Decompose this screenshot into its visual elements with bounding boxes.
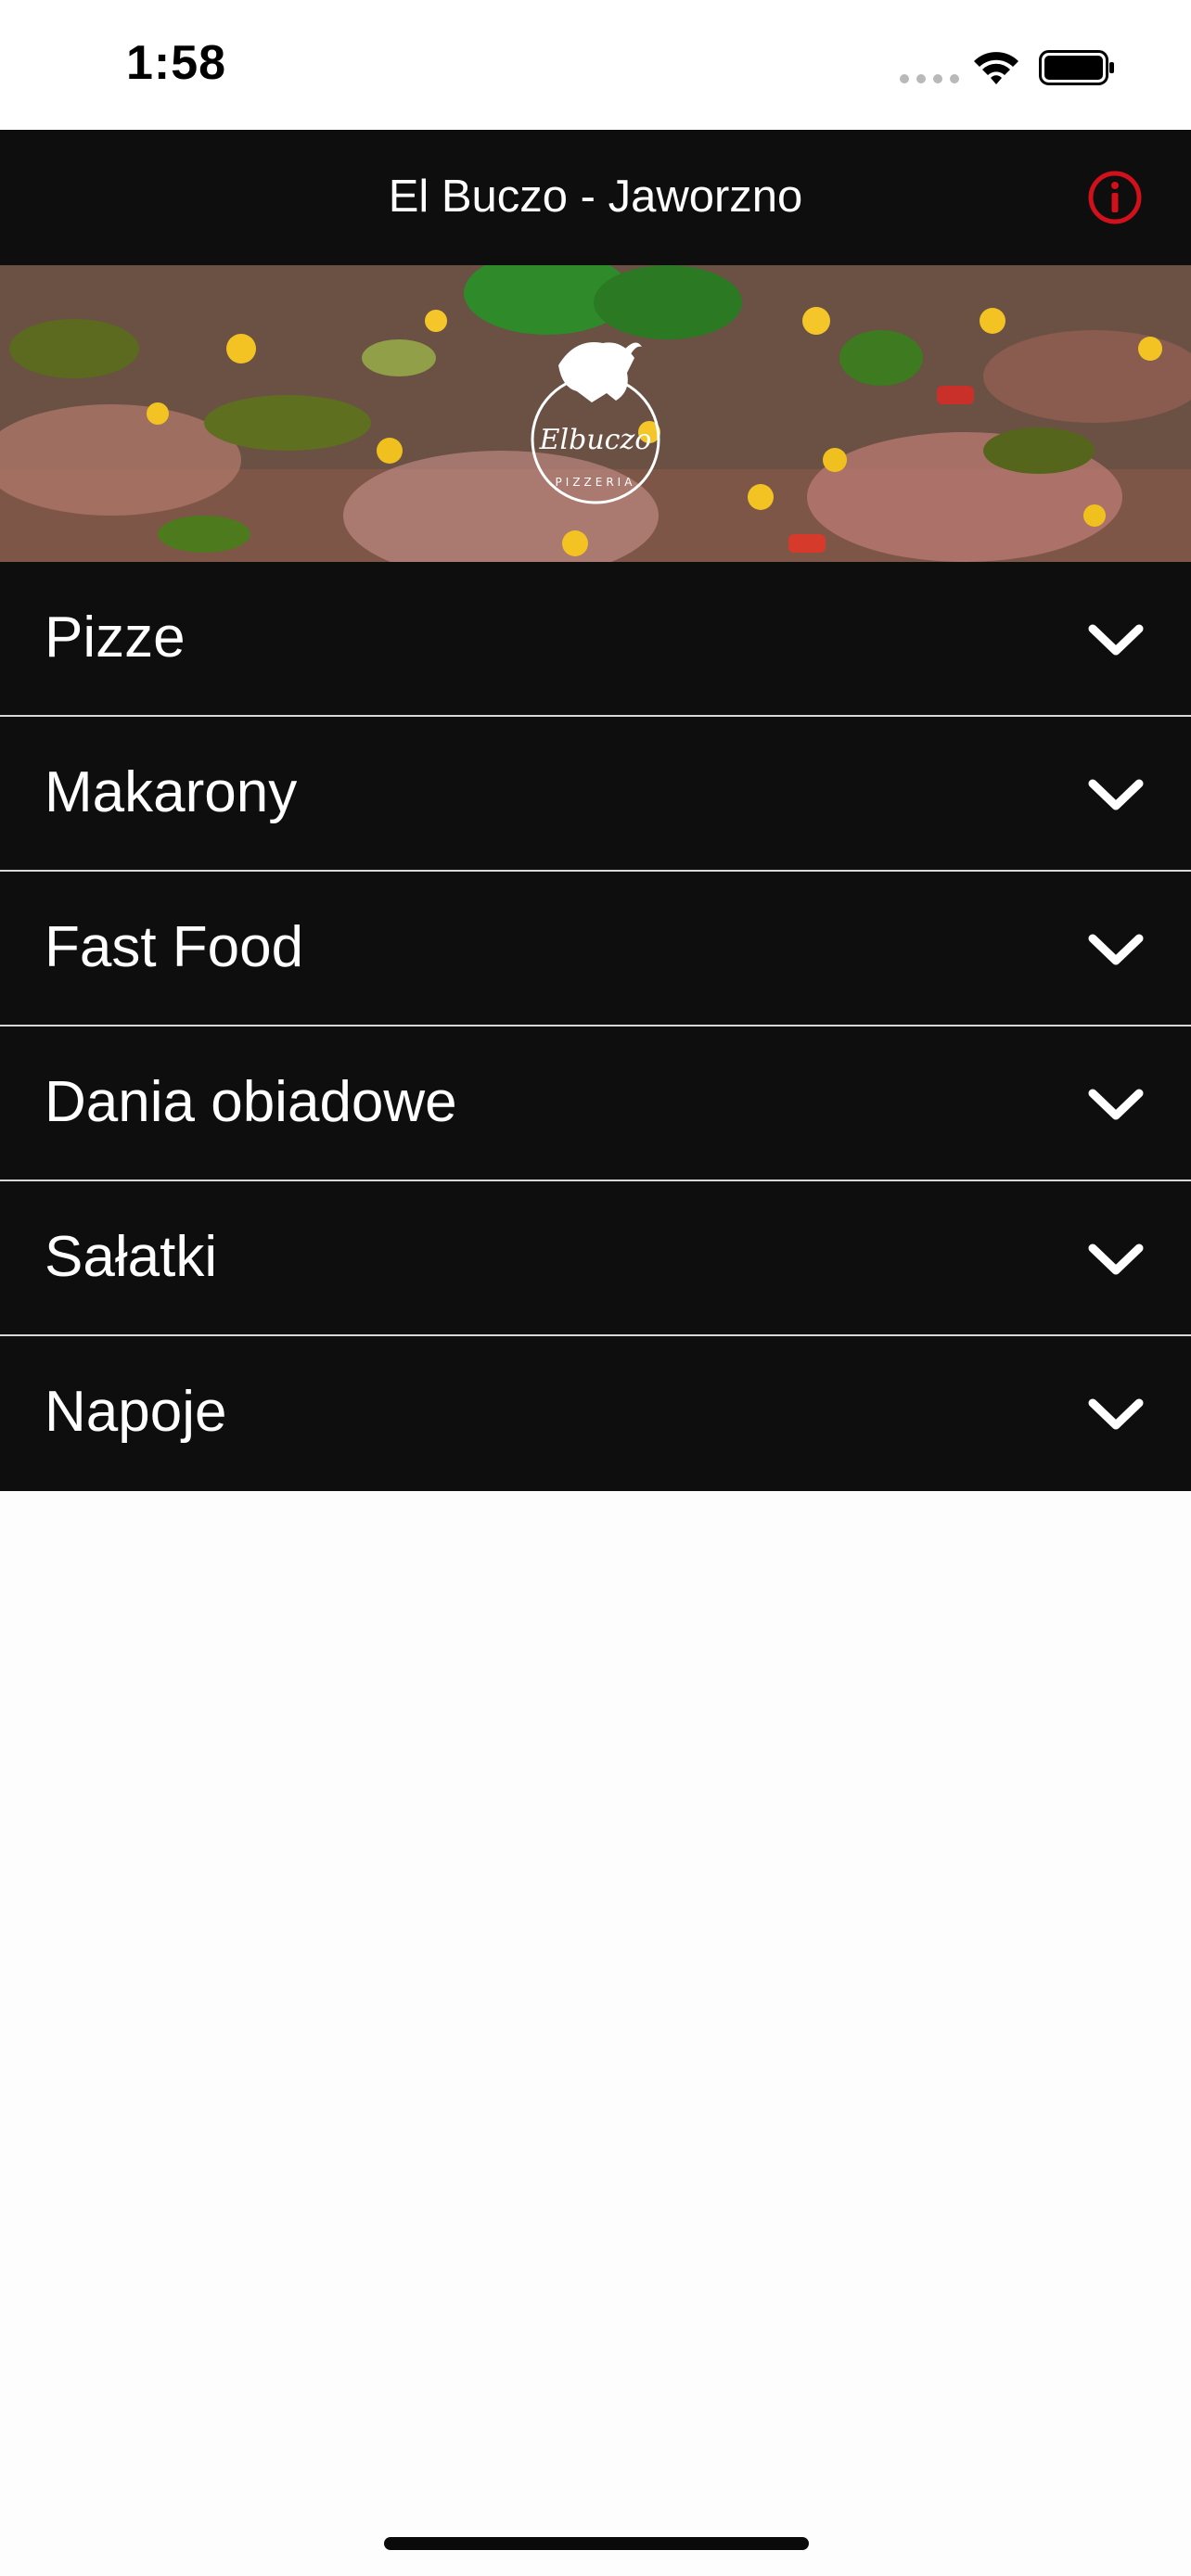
chevron-down-icon[interactable] [1087,776,1145,813]
menu-category-label: Pizze [45,606,186,670]
info-icon[interactable] [1087,170,1143,225]
home-indicator[interactable] [384,2537,809,2550]
elbuczo-logo: Elbuczo PIZZERIA [531,342,660,504]
menu-category-dania-obiadowe[interactable]: Dania obiadowe [0,1027,1191,1181]
status-bar: 1:58 [0,0,1191,130]
menu-category-fast-food[interactable]: Fast Food [0,872,1191,1027]
menu-category-label: Fast Food [45,915,304,979]
chevron-down-icon[interactable] [1087,931,1145,968]
menu-category-salatki[interactable]: Sałatki [0,1181,1191,1336]
menu-category-label: Dania obiadowe [45,1070,457,1134]
svg-text:PIZZERIA: PIZZERIA [556,476,636,489]
menu-categories: Pizze Makarony Fast Food Dania obiadowe … [0,562,1191,1491]
chevron-down-icon[interactable] [1087,1241,1145,1278]
chevron-down-icon[interactable] [1087,621,1145,658]
cellular-signal-icon [900,74,959,83]
chevron-down-icon[interactable] [1087,1396,1145,1433]
menu-category-napoje[interactable]: Napoje [0,1336,1191,1491]
menu-category-makarony[interactable]: Makarony [0,717,1191,872]
menu-category-label: Napoje [45,1380,227,1444]
chevron-down-icon[interactable] [1087,1086,1145,1123]
status-time: 1:58 [126,36,227,90]
menu-category-pizze[interactable]: Pizze [0,562,1191,717]
menu-category-label: Makarony [45,760,298,824]
menu-category-label: Sałatki [45,1225,218,1289]
svg-text:Elbuczo: Elbuczo [539,424,652,456]
battery-icon [1039,50,1114,85]
navigation-header: El Buczo - Jaworzno [0,130,1191,265]
wifi-icon [974,52,1018,84]
page-title: El Buczo - Jaworzno [388,172,803,222]
app-screen: 1:58 El Buczo - Jaworzno Elbuczo PIZZERI… [0,0,1191,2576]
restaurant-banner: Elbuczo PIZZERIA [0,265,1191,562]
